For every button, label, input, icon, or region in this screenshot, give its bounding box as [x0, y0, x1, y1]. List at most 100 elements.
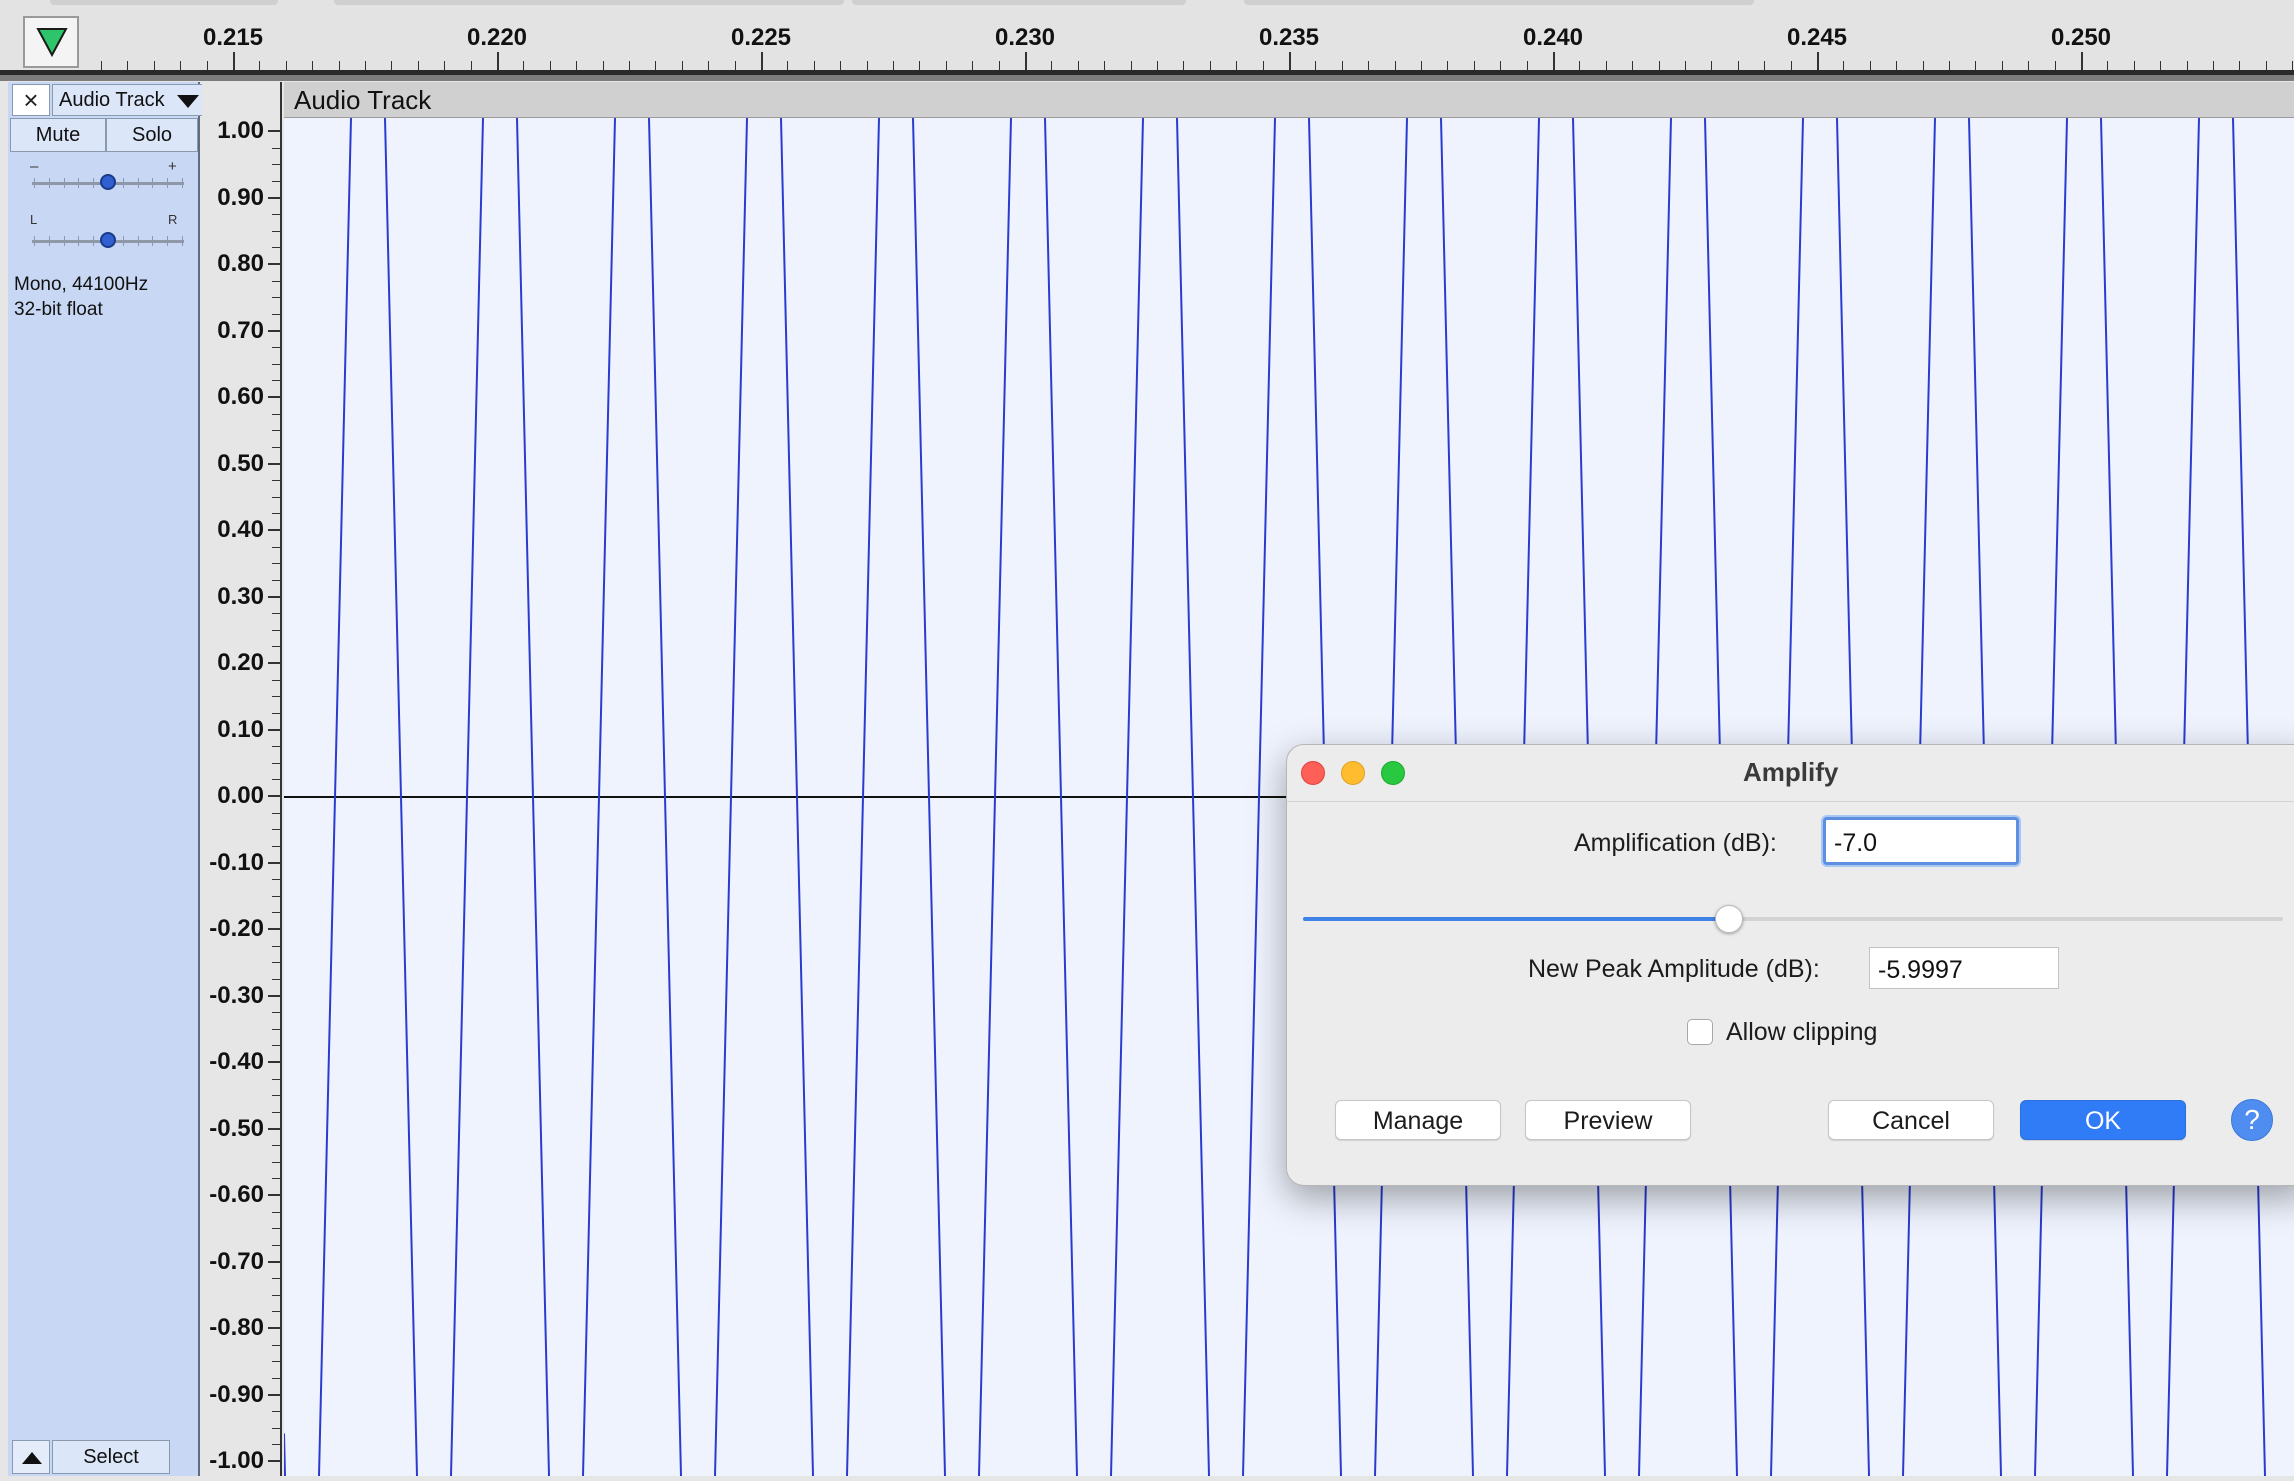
amplitude-minor-tick: [272, 1344, 280, 1346]
amplitude-minor-tick: [272, 1028, 280, 1030]
slider-thumb[interactable]: [100, 232, 116, 248]
slider-tick: [93, 178, 95, 188]
amplitude-minor-tick: [272, 180, 280, 182]
slider-tick: [137, 178, 139, 188]
time-tick: [549, 61, 551, 70]
amplitude-minor-tick: [272, 1294, 280, 1296]
amplitude-minor-tick: [272, 779, 280, 781]
dialog-titlebar[interactable]: Amplify: [1287, 745, 2294, 802]
amplitude-tick: [268, 1061, 280, 1063]
amplitude-minor-tick: [272, 1427, 280, 1429]
peak-amplitude-input[interactable]: [1869, 947, 2059, 989]
time-tick: [919, 61, 921, 70]
slider-tick: [182, 178, 183, 188]
slider-tick: [152, 178, 154, 188]
window-minimize-icon[interactable]: [1341, 761, 1365, 785]
amplitude-minor-tick: [272, 712, 280, 714]
amplitude-minor-tick: [272, 1078, 280, 1080]
select-track-button[interactable]: Select: [52, 1440, 170, 1474]
time-tick: [1817, 52, 1819, 70]
track-name: Audio Track: [59, 89, 165, 111]
time-tick: [2028, 61, 2030, 70]
time-tick: [1341, 61, 1343, 70]
amplify-dialog: Amplify Amplification (dB): New Peak Amp…: [1286, 744, 2294, 1186]
time-tick: [1737, 61, 1739, 70]
play-triangle-icon: [36, 28, 68, 58]
time-tick: [734, 61, 736, 70]
amplitude-minor-tick: [272, 629, 280, 631]
cancel-button[interactable]: Cancel: [1828, 1100, 1994, 1140]
clip-header[interactable]: Audio Track: [284, 82, 2294, 118]
time-tick: [312, 61, 314, 70]
amplitude-minor-tick: [272, 363, 280, 365]
manage-button[interactable]: Manage: [1335, 1100, 1501, 1140]
window-zoom-icon[interactable]: [1381, 761, 1405, 785]
amplitude-tick-label: -0.50: [209, 1114, 264, 1142]
track-menu-dropdown[interactable]: Audio Track: [52, 84, 206, 116]
time-tick: [470, 61, 472, 70]
amplitude-tick-label: 0.40: [217, 516, 264, 543]
time-tick: [1421, 61, 1422, 70]
time-tick: [840, 61, 842, 70]
time-tick: [2133, 61, 2135, 70]
time-tick: [1209, 61, 1211, 70]
amplitude-tick: [268, 329, 280, 332]
amplitude-tick-label: 1.00: [217, 117, 264, 144]
amplitude-minor-tick: [272, 579, 280, 581]
collapse-up-icon: [22, 1452, 42, 1464]
amplitude-minor-tick: [272, 1211, 280, 1213]
amplitude-tick-label: 0.10: [217, 715, 264, 743]
chevron-down-icon: [177, 95, 199, 108]
time-tick-label: 0.250: [2050, 24, 2112, 51]
peak-amplitude-label: New Peak Amplitude (dB):: [1528, 955, 1820, 983]
amplification-slider[interactable]: [1303, 905, 2283, 933]
time-tick: [1130, 61, 1132, 70]
amplification-input[interactable]: [1823, 817, 2019, 865]
amplitude-minor-tick: [272, 1244, 280, 1246]
time-tick: [998, 61, 1000, 70]
amplification-label: Amplification (dB):: [1574, 829, 1777, 857]
amplitude-ruler[interactable]: 1.00 0.90 0.80 0.70 0.60 0.50 0.40 0.30 0.20 0.10…: [202, 82, 282, 1476]
time-tick: [1157, 61, 1158, 70]
slider-tick: [93, 236, 95, 246]
amplitude-tick: [268, 994, 280, 997]
ok-button[interactable]: OK: [2020, 1100, 2186, 1140]
time-tick: [1843, 61, 1845, 70]
play-head-button[interactable]: [23, 16, 79, 68]
time-tick: [1922, 61, 1924, 70]
close-track-button[interactable]: ×: [12, 84, 50, 116]
slider-tick: [34, 236, 35, 246]
time-tick: [1975, 61, 1977, 70]
time-tick: [972, 61, 974, 70]
divider: [0, 75, 2294, 81]
amplitude-tick: [268, 462, 280, 465]
amplitude-minor-tick: [272, 1095, 280, 1097]
time-tick-label: 0.245: [1786, 24, 1848, 51]
time-tick: [1262, 61, 1264, 70]
time-tick: [761, 52, 763, 70]
amplitude-tick: [268, 529, 280, 531]
help-icon[interactable]: ?: [2231, 1099, 2273, 1141]
preview-button[interactable]: Preview: [1525, 1100, 1691, 1140]
amplitude-tick: [268, 1260, 280, 1263]
amplitude-tick-label: 0.90: [217, 183, 264, 211]
slider-thumb[interactable]: [1715, 905, 1744, 933]
amplitude-minor-tick: [272, 1145, 280, 1147]
amplitude-minor-tick: [272, 313, 280, 315]
slider-thumb[interactable]: [100, 174, 116, 190]
allow-clipping-checkbox[interactable]: [1687, 1019, 1713, 1045]
allow-clipping-label[interactable]: Allow clipping: [1726, 1018, 1877, 1047]
time-tick: [2107, 61, 2109, 70]
window-close-icon[interactable]: [1301, 761, 1325, 785]
collapse-track-button[interactable]: [12, 1440, 50, 1474]
pan-slider[interactable]: [28, 224, 188, 254]
time-tick: [813, 61, 815, 70]
slider-tick: [167, 236, 169, 246]
time-ruler[interactable]: 0.215 0.220 0.225 0.230 0.235 0.240 0.245 0.250: [95, 0, 2294, 70]
gain-slider[interactable]: [28, 166, 188, 196]
mute-button[interactable]: Mute: [10, 118, 106, 152]
amplitude-minor-tick: [272, 297, 280, 299]
amplitude-tick: [268, 1194, 280, 1196]
solo-button[interactable]: Solo: [106, 118, 198, 152]
amplitude-tick-label: 0.70: [217, 316, 264, 344]
